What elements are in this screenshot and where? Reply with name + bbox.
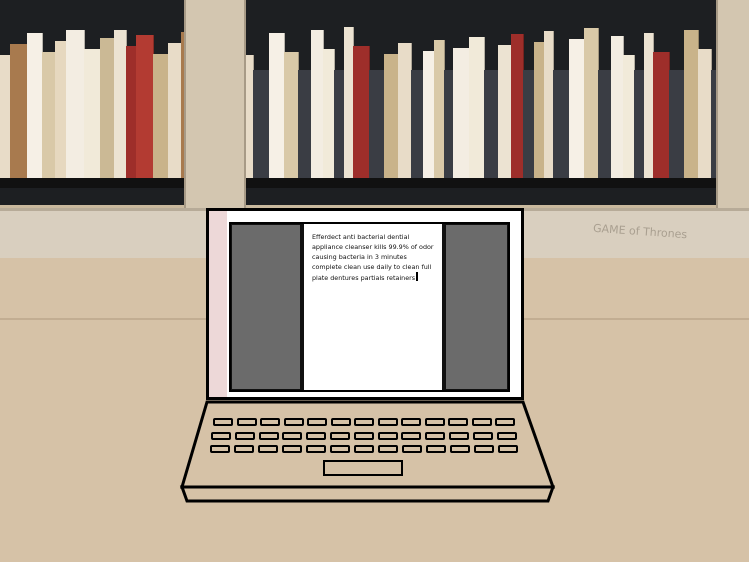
keyboard-key[interactable] <box>354 445 374 453</box>
keyboard-key[interactable] <box>495 418 515 426</box>
keyboard-key[interactable] <box>401 432 422 440</box>
keyboard-key[interactable] <box>258 432 279 440</box>
keyboard-key[interactable] <box>307 418 327 426</box>
keyboard-key[interactable] <box>330 418 351 426</box>
keyboard-key[interactable] <box>424 418 445 426</box>
keyboard-key[interactable] <box>425 432 446 440</box>
keyboard-key[interactable] <box>496 432 517 440</box>
keyboard-key[interactable] <box>234 432 255 440</box>
touchpad[interactable] <box>323 460 403 476</box>
keyboard-key[interactable] <box>213 418 233 426</box>
keyboard-key[interactable] <box>282 432 303 440</box>
keyboard-key[interactable] <box>448 418 468 426</box>
keyboard-key[interactable] <box>330 432 350 440</box>
keyboard-key[interactable] <box>378 445 398 453</box>
keyboard-key[interactable] <box>306 432 327 440</box>
keyboard-key[interactable] <box>210 445 230 453</box>
keyboard-key[interactable] <box>211 432 231 440</box>
keyboard-key[interactable] <box>471 418 492 426</box>
keyboard-key[interactable] <box>354 418 374 426</box>
keyboard-key[interactable] <box>260 418 280 426</box>
keyboard-key[interactable] <box>377 418 398 426</box>
keyboard-key[interactable] <box>282 445 302 453</box>
keyboard-key[interactable] <box>236 418 257 426</box>
keyboard-key[interactable] <box>377 432 398 440</box>
laptop-base <box>179 400 556 503</box>
keyboard-key[interactable] <box>449 432 469 440</box>
keyboard-key[interactable] <box>353 432 374 440</box>
keyboard-key[interactable] <box>306 445 326 453</box>
keyboard-key[interactable] <box>401 418 421 426</box>
keyboard-key[interactable] <box>330 445 350 453</box>
keyboard-key[interactable] <box>426 445 446 453</box>
keyboard-key[interactable] <box>472 432 493 440</box>
keyboard-key[interactable] <box>283 418 304 426</box>
keyboard-key[interactable] <box>498 445 518 453</box>
keyboard-key[interactable] <box>450 445 470 453</box>
keyboard-key[interactable] <box>258 445 278 453</box>
base-front-edge <box>179 485 556 503</box>
keyboard-key[interactable] <box>234 445 254 453</box>
keyboard-key[interactable] <box>402 445 422 453</box>
keyboard-key[interactable] <box>474 445 494 453</box>
